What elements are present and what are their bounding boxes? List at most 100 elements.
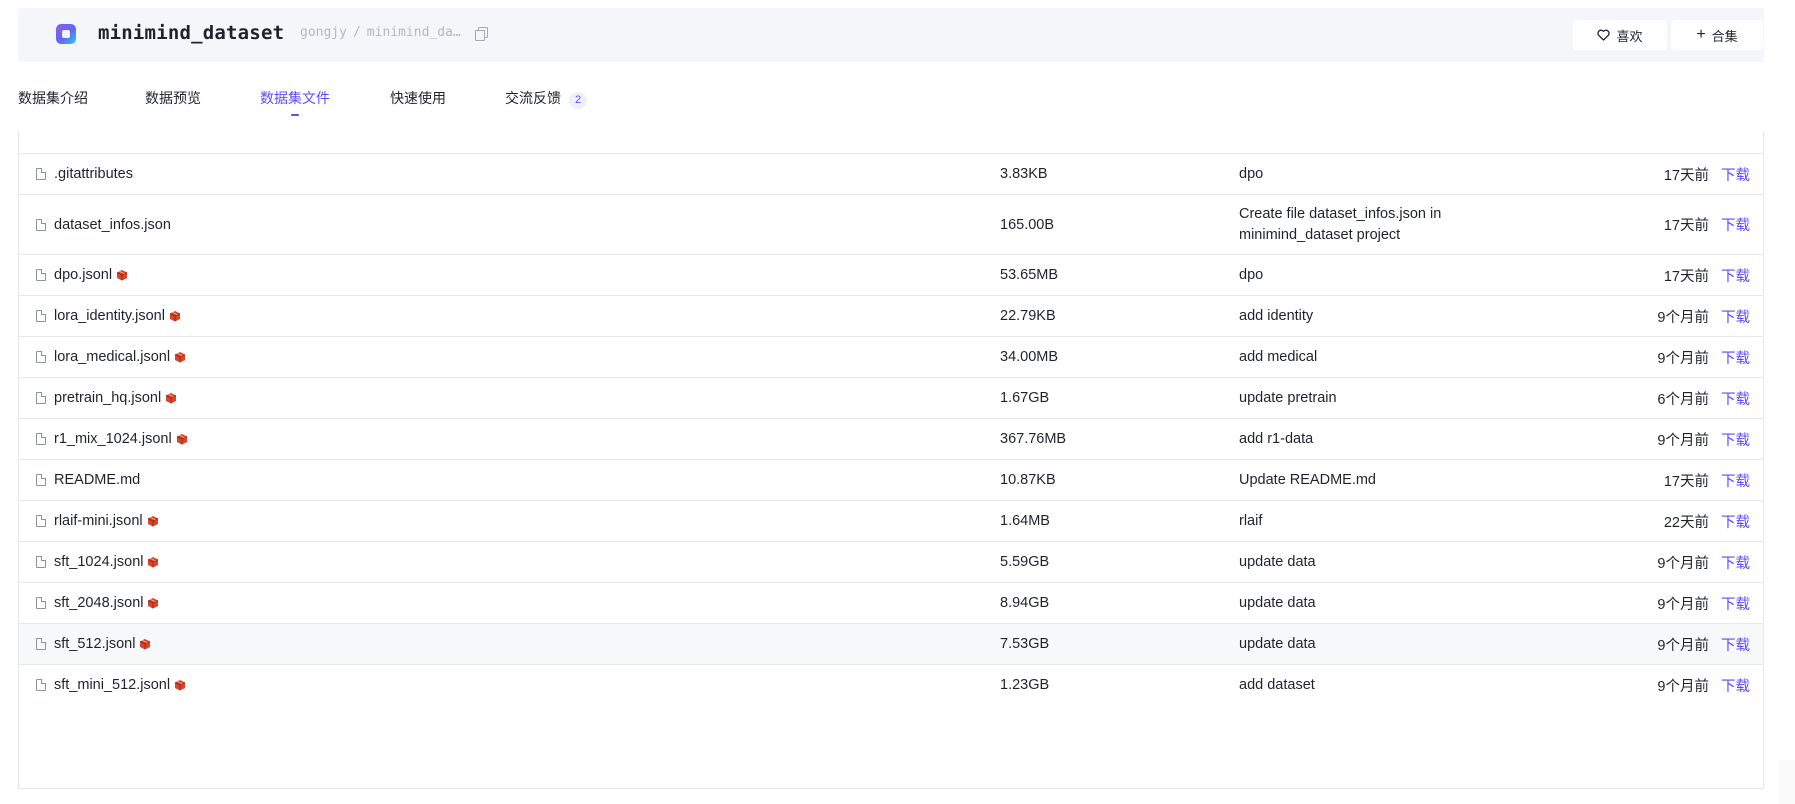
file-size: 367.76MB <box>1000 431 1067 447</box>
file-name[interactable]: lora_identity.jsonl <box>54 308 165 324</box>
file-name[interactable]: lora_medical.jsonl <box>54 349 170 365</box>
file-size: 3.83KB <box>1000 166 1048 182</box>
download-link[interactable]: 下载 <box>1721 255 1750 295</box>
updated-time: 22天前 <box>1663 514 1709 531</box>
file-name[interactable]: sft_2048.jsonl <box>54 595 143 611</box>
file-name-cell[interactable]: lora_identity.jsonl <box>36 296 181 336</box>
file-name-cell[interactable]: sft_2048.jsonl <box>36 583 159 623</box>
tab-quickstart[interactable]: 快速使用 <box>390 88 446 118</box>
file-row[interactable]: sft_1024.jsonl 5.59GB update data 9个月前 下载 <box>19 541 1763 582</box>
file-name-cell[interactable]: lora_medical.jsonl <box>36 337 186 377</box>
file-name-cell[interactable]: README.md <box>36 460 140 500</box>
updated-time: 9个月前 <box>1657 678 1709 695</box>
updated-time: 6个月前 <box>1657 391 1709 408</box>
file-name-cell[interactable]: sft_1024.jsonl <box>36 542 159 582</box>
tab-files[interactable]: 数据集文件 <box>260 88 330 118</box>
like-button[interactable]: 喜欢 <box>1573 20 1667 50</box>
dataset-header: minimind_dataset gongjy / minimind_da… 喜… <box>18 8 1764 62</box>
file-name[interactable]: sft_512.jsonl <box>54 636 135 652</box>
download-link[interactable]: 下载 <box>1721 195 1750 254</box>
download-link[interactable]: 下载 <box>1721 460 1750 500</box>
file-size: 1.23GB <box>1000 677 1050 693</box>
updated-time: 17天前 <box>1663 268 1709 285</box>
file-name[interactable]: pretrain_hq.jsonl <box>54 390 161 406</box>
commit-message-text: update data <box>1239 553 1316 570</box>
file-name[interactable]: dpo.jsonl <box>54 267 112 283</box>
file-name-cell[interactable]: r1_mix_1024.jsonl <box>36 419 188 459</box>
updated-time: 9个月前 <box>1657 555 1709 572</box>
file-name[interactable]: sft_1024.jsonl <box>54 554 143 570</box>
breadcrumb-owner[interactable]: gongjy <box>300 25 347 40</box>
file-name-cell[interactable]: sft_512.jsonl <box>36 624 151 664</box>
file-icon <box>36 392 46 404</box>
download-link[interactable]: 下载 <box>1721 665 1750 705</box>
file-name[interactable]: .gitattributes <box>54 166 133 182</box>
commit-message-text: update data <box>1239 594 1316 611</box>
file-name-cell[interactable]: dataset_infos.json <box>36 195 171 254</box>
commit-message: rlaif <box>1239 501 1449 541</box>
download-link[interactable]: 下载 <box>1721 154 1750 194</box>
commit-message: update pretrain <box>1239 378 1449 418</box>
heart-icon <box>1597 29 1611 41</box>
file-name-cell[interactable]: pretrain_hq.jsonl <box>36 378 177 418</box>
lfs-icon <box>169 310 181 322</box>
file-row[interactable]: pretrain_hq.jsonl 1.67GB update pretrain 6个… <box>19 377 1763 418</box>
commit-message-text: add medical <box>1239 348 1318 365</box>
file-row[interactable]: lora_identity.jsonl 22.79KB add identity 9个… <box>19 295 1763 336</box>
file-row[interactable]: dataset_infos.json 165.00B Create file dat… <box>19 194 1763 254</box>
updated-time: 17天前 <box>1663 473 1709 490</box>
commit-message: dpo <box>1239 255 1449 295</box>
file-size: 22.79KB <box>1000 308 1056 324</box>
file-size: 10.87KB <box>1000 472 1056 488</box>
file-row[interactable]: lora_medical.jsonl 34.00MB add medical 9个月前… <box>19 336 1763 377</box>
file-size: 34.00MB <box>1000 349 1059 365</box>
file-name-cell[interactable]: .gitattributes <box>36 154 133 194</box>
file-name[interactable]: dataset_infos.json <box>54 217 171 233</box>
file-row[interactable]: sft_mini_512.jsonl 1.23GB add dataset 9个月前下… <box>19 664 1763 705</box>
updated-time: 9个月前 <box>1657 309 1709 326</box>
file-row[interactable]: dpo.jsonl 53.65MB dpo 17天前 下载 <box>19 254 1763 295</box>
file-row-partial <box>19 132 1763 153</box>
file-name-cell[interactable]: sft_mini_512.jsonl <box>36 665 186 705</box>
file-name-cell[interactable]: dpo.jsonl <box>36 255 128 295</box>
file-icon <box>36 269 46 281</box>
download-link[interactable]: 下载 <box>1721 583 1750 623</box>
lfs-icon <box>165 392 177 404</box>
download-link[interactable]: 下载 <box>1721 542 1750 582</box>
updated-time: 9个月前 <box>1657 350 1709 367</box>
file-size: 1.64MB <box>1000 513 1050 529</box>
commit-message-text: add identity <box>1239 307 1314 324</box>
download-link[interactable]: 下载 <box>1721 296 1750 336</box>
add-to-collection-button[interactable]: + 合集 <box>1671 20 1763 50</box>
download-link[interactable]: 下载 <box>1721 337 1750 377</box>
commit-message-text: add dataset <box>1239 676 1315 693</box>
file-icon <box>36 351 46 363</box>
commit-message: dpo <box>1239 154 1449 194</box>
copy-icon[interactable] <box>474 26 488 41</box>
download-link[interactable]: 下载 <box>1721 501 1750 541</box>
file-row[interactable]: .gitattributes 3.83KB dpo 17天前 下载 <box>19 153 1763 194</box>
file-row[interactable]: sft_2048.jsonl 8.94GB update data 9个月前 下载 <box>19 582 1763 623</box>
file-icon <box>36 474 46 486</box>
file-name[interactable]: README.md <box>54 472 140 488</box>
file-name[interactable]: sft_mini_512.jsonl <box>54 677 170 693</box>
commit-message: add r1-data <box>1239 419 1449 459</box>
file-row[interactable]: r1_mix_1024.jsonl 367.76MB add r1-data 9个月前… <box>19 418 1763 459</box>
breadcrumb-repo[interactable]: minimind_da… <box>367 25 461 40</box>
tab-intro[interactable]: 数据集介绍 <box>18 88 88 118</box>
download-link[interactable]: 下载 <box>1721 624 1750 664</box>
file-icon <box>36 556 46 568</box>
tab-feedback[interactable]: 交流反馈 2 <box>505 88 587 118</box>
download-link[interactable]: 下载 <box>1721 419 1750 459</box>
file-name[interactable]: rlaif-mini.jsonl <box>54 513 143 529</box>
file-row[interactable]: sft_512.jsonl 7.53GB update data 9个月前 下载 <box>19 623 1763 664</box>
file-row[interactable]: README.md 10.87KB Update README.md 17天前 下载 <box>19 459 1763 500</box>
file-row[interactable]: rlaif-mini.jsonl 1.64MB rlaif 22天前 下载 <box>19 500 1763 541</box>
commit-message-text: update pretrain <box>1239 389 1337 406</box>
file-size: 8.94GB <box>1000 595 1050 611</box>
tab-preview[interactable]: 数据预览 <box>145 88 201 118</box>
updated-time: 17天前 <box>1663 167 1709 184</box>
file-name-cell[interactable]: rlaif-mini.jsonl <box>36 501 159 541</box>
file-name[interactable]: r1_mix_1024.jsonl <box>54 431 172 447</box>
download-link[interactable]: 下载 <box>1721 378 1750 418</box>
